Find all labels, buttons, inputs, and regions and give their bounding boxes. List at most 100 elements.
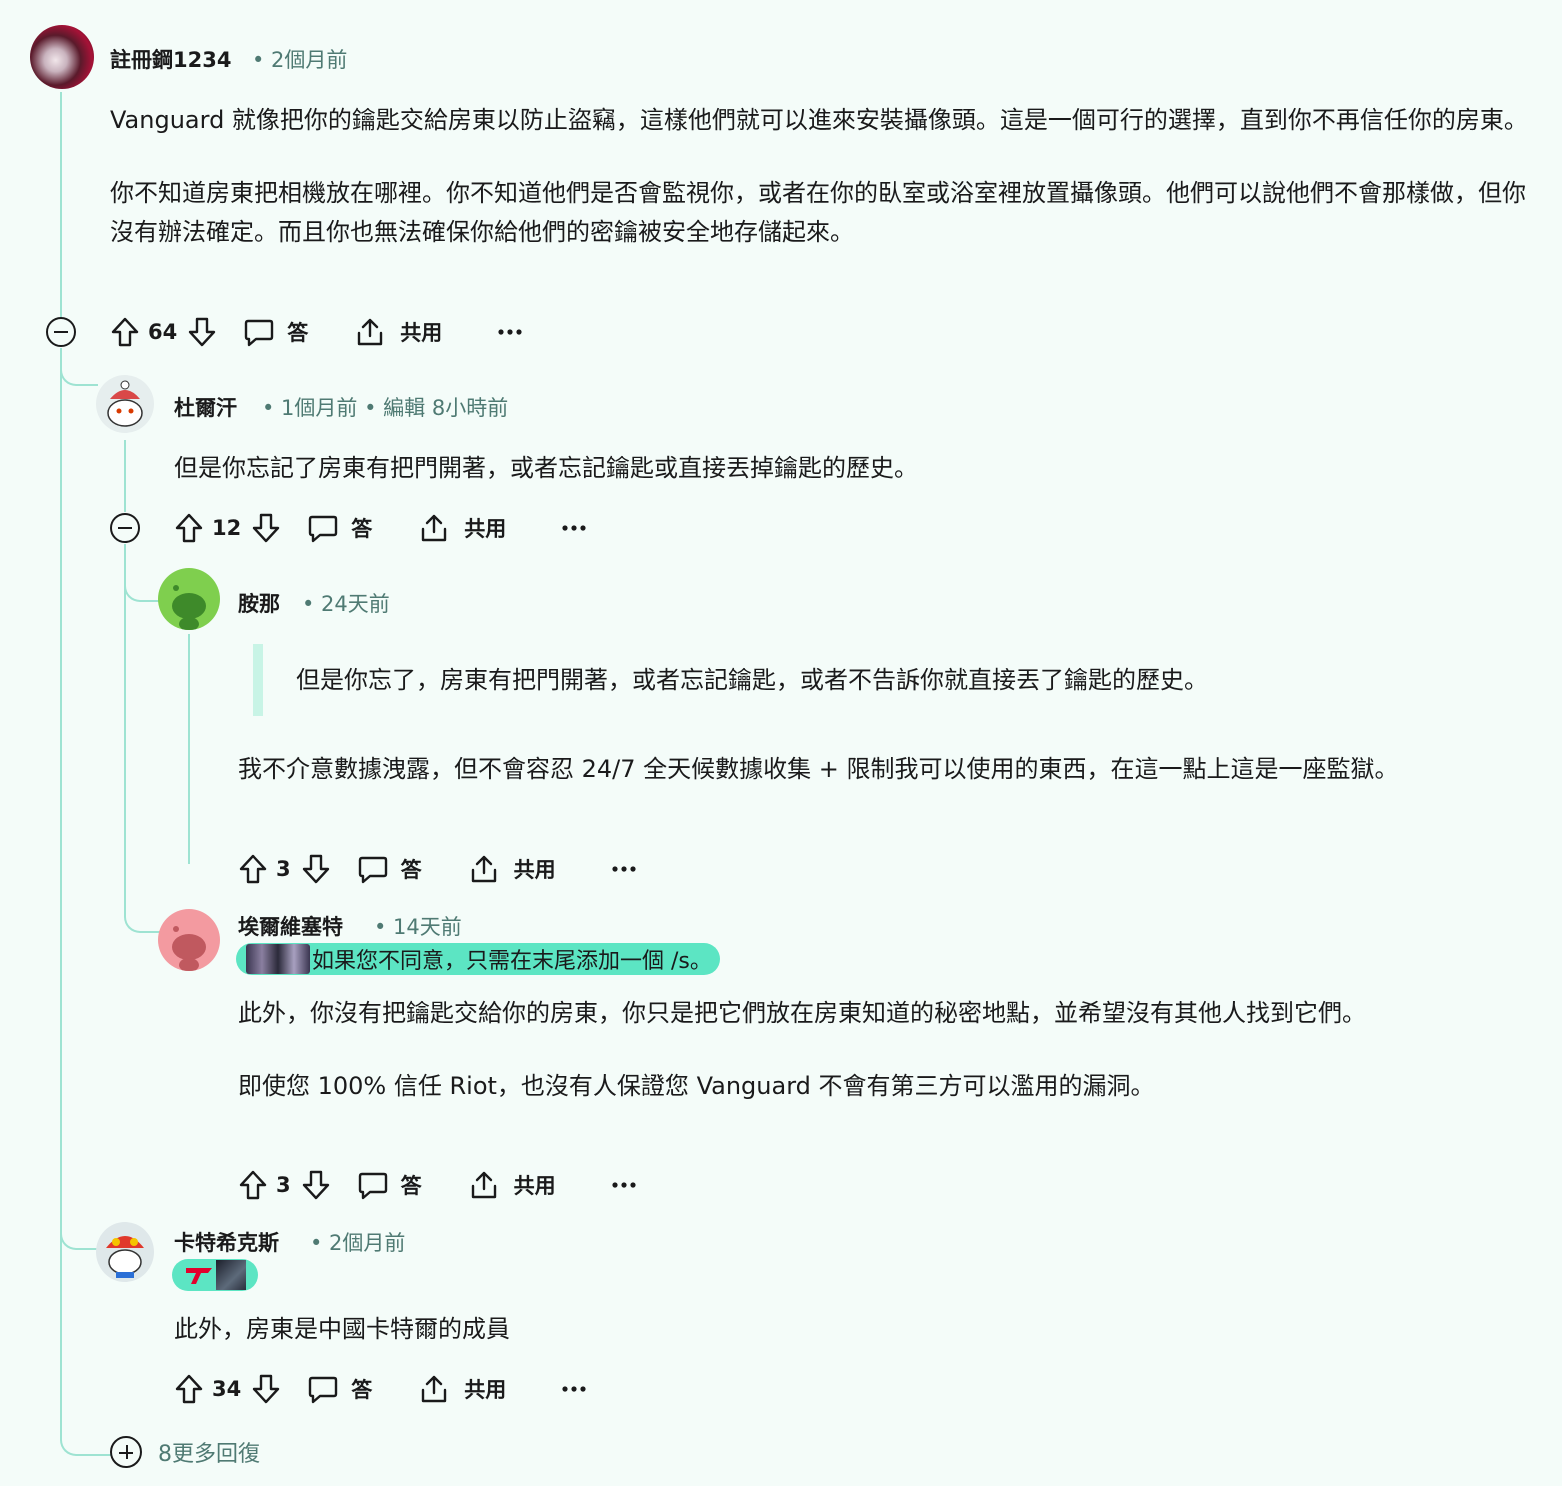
more-replies-label: 8更多回復	[158, 1442, 260, 1467]
share-label: 共用	[400, 321, 443, 345]
reply-label: 答	[351, 1378, 373, 1402]
comment-icon	[245, 319, 274, 347]
comment-time: • 2個月前	[252, 48, 348, 72]
share-icon	[471, 855, 496, 883]
comment-icon	[309, 1376, 338, 1404]
comment-author[interactable]: 卡特希克斯	[174, 1227, 279, 1257]
overflow-menu-icon	[562, 1386, 586, 1392]
snoo-avatar-icon	[172, 926, 206, 971]
vote-count: 34	[212, 1377, 242, 1401]
avatar[interactable]	[158, 909, 220, 971]
comment-author[interactable]: 胺那	[238, 588, 280, 618]
reply-button[interactable]: 答	[307, 1373, 372, 1405]
avatar[interactable]	[30, 25, 94, 89]
share-button[interactable]: 共用	[418, 1373, 506, 1405]
share-icon	[422, 514, 447, 542]
comment-icon	[358, 856, 387, 884]
more-options-button[interactable]	[612, 865, 636, 873]
reply-label: 答	[400, 1174, 422, 1198]
comment-time: • 14天前	[374, 915, 462, 939]
downvote-icon[interactable]	[299, 1168, 333, 1202]
downvote-icon[interactable]	[299, 852, 333, 886]
reply-button[interactable]: 答	[243, 316, 308, 348]
user-flair	[172, 1259, 258, 1291]
snoo-avatar-icon	[107, 380, 143, 427]
reply-button[interactable]: 答	[357, 853, 422, 885]
avatar[interactable]	[96, 375, 154, 433]
comment-time: • 1個月前 • 編輯 8小時前	[262, 396, 509, 420]
upvote-icon[interactable]	[172, 511, 206, 545]
thread-line	[60, 348, 62, 1420]
more-options-button[interactable]	[562, 1385, 586, 1393]
reply-label: 答	[400, 858, 422, 882]
action-bar: 64 答 共用	[108, 310, 522, 354]
thread-branch	[124, 889, 160, 933]
share-icon	[422, 1375, 447, 1403]
blockquote-bar	[253, 644, 263, 716]
expand-plus-icon	[110, 1436, 142, 1468]
collapse-thread-button[interactable]	[46, 317, 76, 347]
avatar[interactable]	[158, 568, 220, 630]
thread-branch	[124, 544, 160, 602]
collapse-thread-button[interactable]	[110, 513, 140, 543]
comment-author[interactable]: 註冊鋼1234	[110, 44, 231, 74]
comment-paragraph: 即使您 100% 信任 Riot，也沒有人保證您 Vanguard 不會有第三方…	[238, 1072, 1155, 1100]
overflow-menu-icon	[612, 866, 636, 872]
reply-button[interactable]: 答	[357, 1169, 422, 1201]
comment-time: • 24天前	[302, 592, 390, 616]
snoo-avatar-icon	[172, 585, 206, 630]
more-options-button[interactable]	[562, 524, 586, 532]
downvote-icon[interactable]	[249, 511, 283, 545]
share-label: 共用	[464, 517, 507, 541]
flair-image-icon	[246, 944, 310, 974]
upvote-icon[interactable]	[172, 1372, 206, 1406]
comment-body: 此外，房東是中國卡特爾的成員	[174, 1310, 1524, 1349]
action-bar: 34 答 共用	[172, 1367, 586, 1411]
downvote-icon[interactable]	[249, 1372, 283, 1406]
thread-line	[124, 440, 126, 512]
overflow-menu-icon	[612, 1182, 636, 1188]
share-button[interactable]: 共用	[468, 1169, 556, 1201]
share-icon	[471, 1171, 496, 1199]
vote-count: 64	[148, 320, 178, 344]
comment-author[interactable]: 埃爾維塞特	[238, 911, 343, 941]
more-options-button[interactable]	[498, 328, 522, 336]
action-bar: 12 答 共用	[172, 506, 586, 550]
avatar[interactable]	[96, 1222, 154, 1282]
comment-author[interactable]: 杜爾汗	[174, 392, 237, 422]
vote-count: 3	[276, 857, 291, 881]
vote-count: 12	[212, 516, 242, 540]
comment-time: • 2個月前	[310, 1231, 406, 1255]
team-logo-icon	[186, 1268, 212, 1284]
comment-icon	[309, 515, 338, 543]
reply-label: 答	[351, 517, 373, 541]
user-flair: 如果您不同意，只需在末尾添加一個 /s。	[236, 943, 720, 975]
more-options-button[interactable]	[612, 1181, 636, 1189]
comment-body: Vanguard 就像把你的鑰匙交給房東以防止盜竊，這樣他們就可以進來安裝攝像頭…	[110, 101, 1530, 252]
comment-icon	[358, 1172, 387, 1200]
upvote-icon[interactable]	[236, 852, 270, 886]
upvote-icon[interactable]	[108, 315, 142, 349]
share-button[interactable]: 共用	[468, 853, 556, 885]
action-bar: 3 答 共用	[236, 847, 636, 891]
share-label: 共用	[513, 858, 556, 882]
upvote-icon[interactable]	[236, 1168, 270, 1202]
comment-paragraph: Vanguard 就像把你的鑰匙交給房東以防止盜竊，這樣他們就可以進來安裝攝像頭…	[110, 106, 1528, 134]
comment-paragraph: 但是你忘記了房東有把門開著，或者忘記鑰匙或直接丟掉鑰匙的歷史。	[174, 454, 918, 482]
comment-body: 但是你忘記了房東有把門開著，或者忘記鑰匙或直接丟掉鑰匙的歷史。	[174, 449, 1524, 488]
share-button[interactable]: 共用	[354, 316, 442, 348]
share-button[interactable]: 共用	[418, 512, 506, 544]
comment-paragraph: 此外，房東是中國卡特爾的成員	[174, 1315, 510, 1343]
comment-paragraph: 此外，你沒有把鑰匙交給你的房東，你只是把它們放在房東知道的秘密地點，並希望沒有其…	[238, 999, 1366, 1027]
thread-branch	[60, 348, 98, 386]
thread-branch	[60, 1210, 98, 1250]
comment-body: 我不介意數據洩露，但不會容忍 24/7 全天候數據收集 + 限制我可以使用的東西…	[238, 750, 1528, 789]
downvote-icon[interactable]	[185, 315, 219, 349]
reply-button[interactable]: 答	[307, 512, 372, 544]
more-replies-button[interactable]: 8更多回復	[110, 1436, 260, 1468]
vote-count: 3	[276, 1173, 291, 1197]
thread-line	[60, 92, 62, 317]
thread-line	[188, 634, 190, 864]
action-bar: 3 答 共用	[236, 1163, 636, 1207]
share-label: 共用	[513, 1174, 556, 1198]
